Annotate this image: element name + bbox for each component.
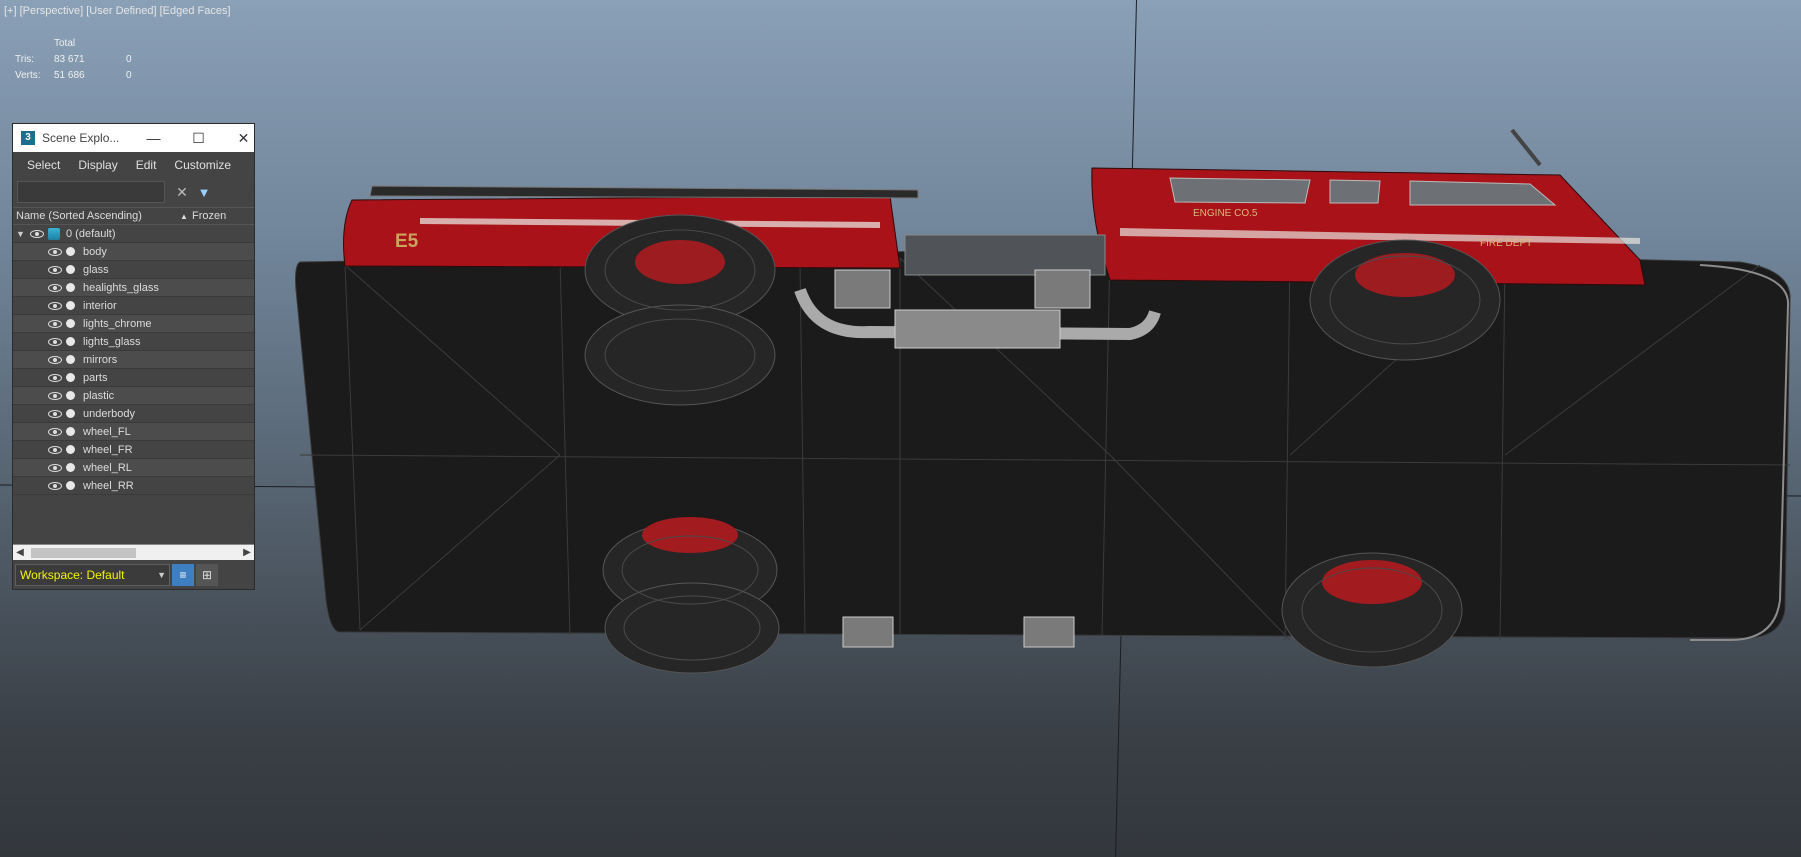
object-dot-icon[interactable] [66,445,75,454]
visibility-eye-icon[interactable] [48,265,62,274]
filter-icon[interactable]: ▼ [193,185,215,200]
visibility-eye-icon[interactable] [48,373,62,382]
visibility-eye-icon[interactable] [48,283,62,292]
visibility-eye-icon[interactable] [48,409,62,418]
scene-explorer-window[interactable]: 3 Scene Explo... — ☐ ✕ Select Display Ed… [12,123,255,590]
horizontal-scrollbar[interactable]: ◀ ▶ [13,544,254,560]
object-dot-icon[interactable] [66,373,75,382]
object-name: lights_chrome [83,317,152,330]
object-row-wheel-rr[interactable]: wheel_RR [13,477,254,495]
object-row-mirrors[interactable]: mirrors [13,351,254,369]
visibility-eye-icon[interactable] [48,445,62,454]
object-name: healights_glass [83,281,159,294]
sort-ascending-icon: ▲ [180,211,188,221]
object-dot-icon[interactable] [66,409,75,418]
object-name: interior [83,299,117,312]
explorer-footer: Workspace: Default ▼ ≡ ⊞ [13,561,254,589]
scrollbar-thumb[interactable] [31,548,136,558]
menu-display[interactable]: Display [78,158,117,172]
door-decal: ENGINE CO.5 [1193,208,1258,219]
visibility-eye-icon[interactable] [48,337,62,346]
column-frozen[interactable]: Frozen [192,210,254,222]
scene-tree[interactable]: ▼ 0 (default) body glass healights_glass… [13,225,254,525]
unit-decal: E5 [395,231,419,252]
search-input[interactable] [17,181,165,203]
layer-explorer-button[interactable]: ≡ [172,564,194,586]
object-name: lights_glass [83,335,141,348]
clear-search-icon[interactable]: ✕ [171,184,193,201]
close-button[interactable]: ✕ [221,124,266,152]
visibility-eye-icon[interactable] [48,247,62,256]
object-name: mirrors [83,353,118,366]
object-name: wheel_FR [83,443,133,456]
chevron-down-icon: ▼ [157,570,166,580]
object-name: body [83,245,107,258]
workspace-dropdown[interactable]: Workspace: Default ▼ [15,564,170,586]
viewport-perspective[interactable]: [+] [Perspective] [User Defined] [Edged … [0,0,1801,857]
visibility-eye-icon[interactable] [30,229,44,238]
object-name: wheel_FL [83,425,131,438]
object-name: wheel_RL [83,461,132,474]
object-dot-icon[interactable] [66,301,75,310]
collapse-arrow-icon[interactable]: ▼ [16,229,30,239]
object-dot-icon[interactable] [66,427,75,436]
object-dot-icon[interactable] [66,391,75,400]
object-row-wheel-fr[interactable]: wheel_FR [13,441,254,459]
visibility-eye-icon[interactable] [48,355,62,364]
workspace-label: Workspace: Default [20,568,125,582]
scroll-left-icon[interactable]: ◀ [13,545,27,561]
layer-name: 0 (default) [66,227,116,240]
object-name: plastic [83,389,115,402]
object-name: wheel_RR [83,479,134,492]
explorer-title: Scene Explo... [42,131,120,145]
scroll-right-icon[interactable]: ▶ [240,545,254,561]
visibility-eye-icon[interactable] [48,319,62,328]
object-dot-icon[interactable] [66,319,75,328]
menu-edit[interactable]: Edit [136,158,157,172]
explorer-title-bar[interactable]: 3 Scene Explo... — ☐ ✕ [13,124,254,152]
app-icon: 3 [21,131,35,145]
explorer-menu-bar: Select Display Edit Customize [13,152,254,177]
object-row-wheel-rl[interactable]: wheel_RL [13,459,254,477]
object-row-underbody[interactable]: underbody [13,405,254,423]
object-row-plastic[interactable]: plastic [13,387,254,405]
menu-customize[interactable]: Customize [174,158,231,172]
visibility-eye-icon[interactable] [48,427,62,436]
search-bar: ✕ ▼ [13,177,254,207]
maximize-button[interactable]: ☐ [176,124,221,152]
object-row-healights-glass[interactable]: healights_glass [13,279,254,297]
object-row-lights-chrome[interactable]: lights_chrome [13,315,254,333]
object-name: glass [83,263,109,276]
object-row-wheel-fl[interactable]: wheel_FL [13,423,254,441]
object-dot-icon[interactable] [66,337,75,346]
minimize-button[interactable]: — [131,124,176,152]
visibility-eye-icon[interactable] [48,301,62,310]
object-row-body[interactable]: body [13,243,254,261]
column-headers: Name (Sorted Ascending) ▲ Frozen [13,207,254,225]
object-row-parts[interactable]: parts [13,369,254,387]
object-dot-icon[interactable] [66,481,75,490]
object-name: underbody [83,407,135,420]
visibility-eye-icon[interactable] [48,463,62,472]
object-dot-icon[interactable] [66,355,75,364]
column-name[interactable]: Name (Sorted Ascending) [13,210,180,222]
object-name: parts [83,371,108,384]
object-dot-icon[interactable] [66,247,75,256]
menu-select[interactable]: Select [27,158,60,172]
object-dot-icon[interactable] [66,463,75,472]
visibility-eye-icon[interactable] [48,391,62,400]
body-decal: FIRE DEPT [1480,238,1532,249]
object-dot-icon[interactable] [66,265,75,274]
fire-truck-model[interactable]: E5 ENGINE CO.5 FIRE DEPT [0,0,1801,857]
hierarchy-button[interactable]: ⊞ [196,564,218,586]
layer-row-default[interactable]: ▼ 0 (default) [13,225,254,243]
object-row-lights-glass[interactable]: lights_glass [13,333,254,351]
object-row-glass[interactable]: glass [13,261,254,279]
object-row-interior[interactable]: interior [13,297,254,315]
layer-icon [48,227,60,240]
object-dot-icon[interactable] [66,283,75,292]
visibility-eye-icon[interactable] [48,481,62,490]
